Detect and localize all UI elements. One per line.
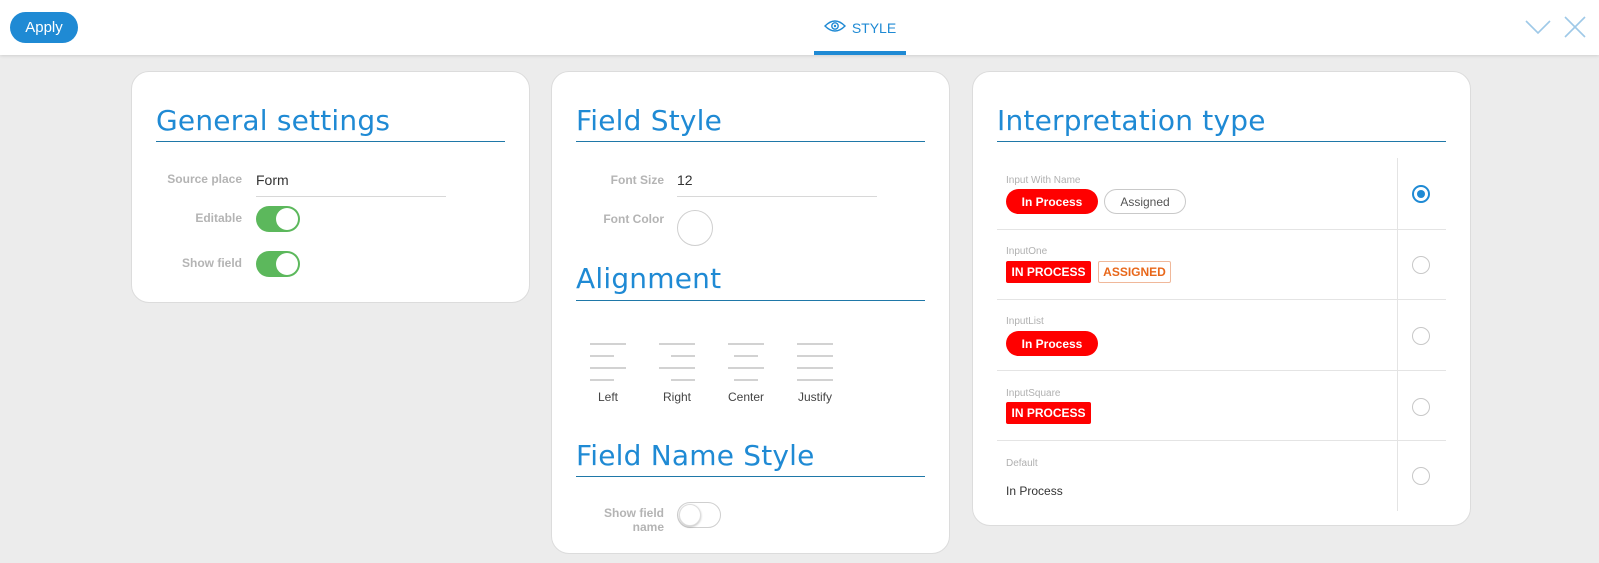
assigned-badge: ASSIGNED xyxy=(1098,261,1171,283)
row-divider xyxy=(997,440,1446,441)
interp-radio-input-square[interactable] xyxy=(1412,398,1430,416)
column-divider xyxy=(1397,158,1398,511)
align-left-icon xyxy=(590,343,626,381)
align-left-label: Left xyxy=(597,390,618,404)
tab-style-label: STYLE xyxy=(851,19,897,36)
field-style-title: Field Style xyxy=(576,104,723,137)
field-name-style-title: Field Name Style xyxy=(576,439,815,472)
align-justify-label: Justify xyxy=(797,390,832,404)
align-right-icon xyxy=(659,343,695,381)
font-color-picker[interactable] xyxy=(677,210,713,246)
interpretation-type-title: Interpretation type xyxy=(997,104,1266,137)
interp-radio-input-with-name[interactable] xyxy=(1412,185,1430,203)
align-center-option[interactable]: Center xyxy=(724,342,768,404)
row-divider xyxy=(997,370,1446,371)
chevron-down-icon[interactable] xyxy=(1524,14,1552,40)
title-divider xyxy=(576,476,925,477)
source-place-label: Source place xyxy=(167,172,242,186)
source-place-underline xyxy=(256,196,446,197)
interp-radio-default[interactable] xyxy=(1412,467,1430,485)
interp-row-name: InputOne xyxy=(1006,246,1048,257)
tab-style[interactable]: STYLE xyxy=(814,0,906,55)
status-pill: In Process xyxy=(1006,331,1098,356)
source-place-input[interactable]: Form xyxy=(256,172,289,188)
status-pill: In Process xyxy=(1006,189,1098,214)
top-bar: Apply STYLE xyxy=(0,0,1599,55)
interp-row-name: Default xyxy=(1006,458,1038,469)
align-center-icon xyxy=(728,343,764,381)
status-text: In Process xyxy=(1006,484,1063,498)
show-field-label: Show field xyxy=(182,256,242,270)
toggle-knob xyxy=(276,208,298,230)
toggle-knob xyxy=(276,253,298,275)
font-size-label: Font Size xyxy=(610,173,664,187)
eye-icon xyxy=(823,19,846,36)
toggle-knob xyxy=(679,504,701,526)
align-justify-icon xyxy=(797,343,833,381)
font-color-label: Font Color xyxy=(603,212,664,226)
title-divider xyxy=(997,141,1446,142)
interp-row-name: Input With Name xyxy=(1006,175,1081,186)
row-divider xyxy=(997,299,1446,300)
title-divider xyxy=(156,141,505,142)
alignment-title: Alignment xyxy=(576,262,722,295)
show-field-toggle[interactable] xyxy=(256,251,300,277)
interp-row-name: InputList xyxy=(1006,316,1044,327)
tab-active-indicator xyxy=(814,51,906,55)
show-field-name-label: Show field name xyxy=(570,506,664,534)
title-divider xyxy=(576,300,925,301)
editable-label: Editable xyxy=(195,211,242,225)
align-justify-option[interactable]: Justify xyxy=(793,342,837,404)
show-field-name-toggle[interactable] xyxy=(677,502,721,528)
general-settings-title: General settings xyxy=(156,104,391,137)
status-badge: IN PROCESS xyxy=(1006,261,1091,283)
interp-row-name: InputSquare xyxy=(1006,388,1061,399)
interp-radio-input-list[interactable] xyxy=(1412,327,1430,345)
editable-toggle[interactable] xyxy=(256,206,300,232)
font-size-input[interactable]: 12 xyxy=(677,172,693,188)
show-field-name-label-line1: Show field xyxy=(604,506,664,520)
interp-radio-input-one[interactable] xyxy=(1412,256,1430,274)
title-divider xyxy=(576,141,925,142)
align-center-label: Center xyxy=(727,390,765,404)
font-size-underline xyxy=(677,196,877,197)
align-right-label: Right xyxy=(662,390,691,404)
field-style-card xyxy=(551,71,950,554)
status-badge: IN PROCESS xyxy=(1006,402,1091,424)
apply-button[interactable]: Apply xyxy=(10,12,78,43)
row-divider xyxy=(997,229,1446,230)
align-right-option[interactable]: Right xyxy=(655,342,699,404)
close-icon[interactable] xyxy=(1562,14,1590,40)
align-left-option[interactable]: Left xyxy=(586,342,630,404)
show-field-name-label-line2: name xyxy=(632,520,664,534)
assigned-pill: Assigned xyxy=(1104,189,1186,214)
